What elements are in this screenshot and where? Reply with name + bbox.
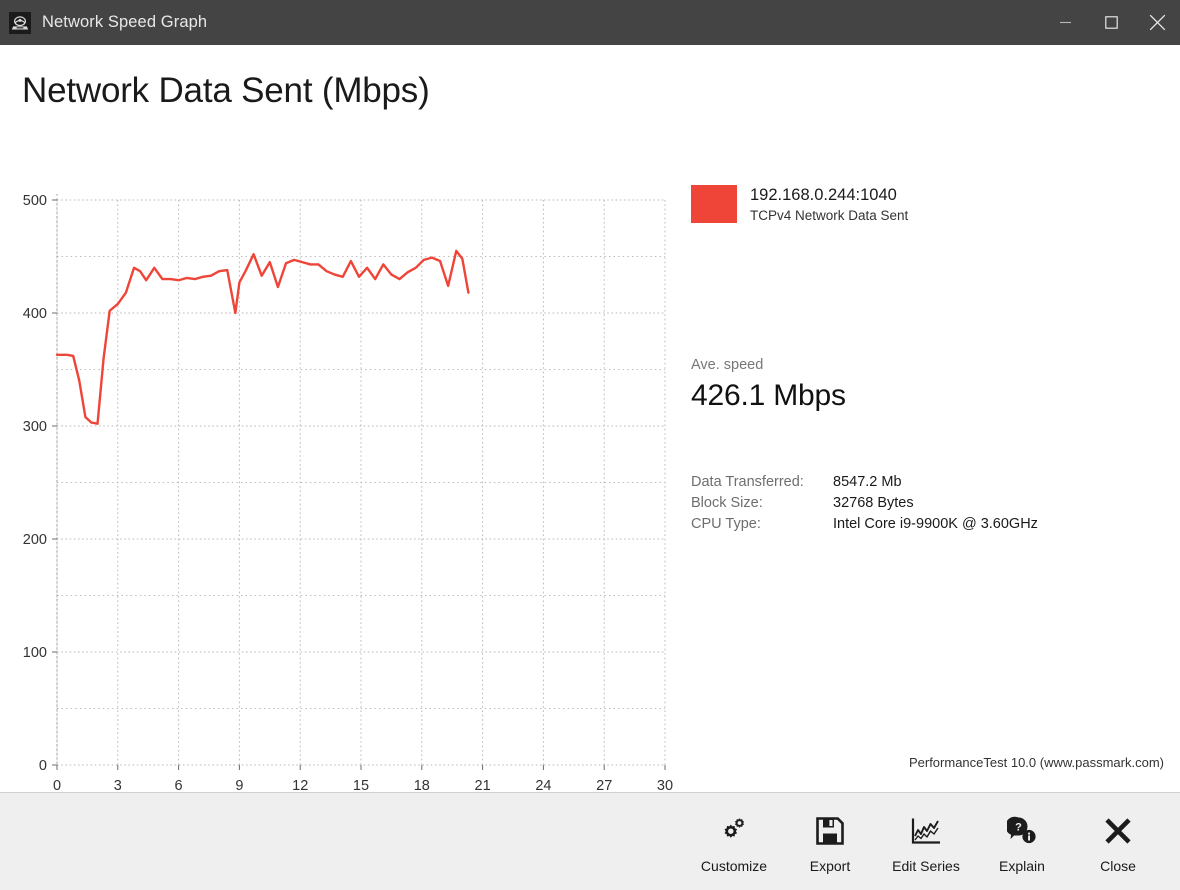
toolbar-button-edit-series[interactable]: Edit Series (878, 800, 974, 884)
x-axis-tick-label: 30 (657, 778, 673, 792)
stat-row: Block Size: 32768 Bytes (691, 493, 1161, 514)
statistics-list: Data Transferred: 8547.2 Mb Block Size: 327… (691, 472, 1161, 535)
stat-row: CPU Type: Intel Core i9-9900K @ 3.60GHz (691, 514, 1161, 535)
stat-key: Data Transferred: (691, 474, 804, 490)
y-axis-tick-label: 100 (23, 645, 47, 661)
x-axis-tick-label: 21 (475, 778, 491, 792)
product-watermark: PerformanceTest 10.0 (www.passmark.com) (908, 755, 1164, 770)
toolbar-button-label: Edit Series (892, 857, 960, 874)
question-info-icon: ? (1007, 810, 1037, 852)
toolbar-button-customize[interactable]: Customize (686, 800, 782, 884)
stat-value: 32768 Bytes (833, 495, 914, 511)
toolbar-button-export[interactable]: Export (782, 800, 878, 884)
close-icon (1149, 14, 1165, 31)
window-close-button[interactable] (1134, 0, 1180, 45)
legend-series-title: 192.168.0.244:1040 (750, 186, 897, 204)
maximize-icon (1104, 16, 1118, 29)
legend-entry: 192.168.0.244:1040 TCPv4 Network Data Se… (691, 185, 1161, 225)
y-axis-tick-label: 0 (39, 758, 47, 774)
page-title: Network Data Sent (Mbps) (22, 71, 430, 110)
minimize-button[interactable] (1042, 0, 1088, 45)
average-speed-value: 426.1 Mbps (691, 379, 846, 412)
app-network-icon (9, 11, 31, 34)
legend-text-group: 192.168.0.244:1040 TCPv4 Network Data Se… (750, 185, 908, 225)
stat-value: Intel Core i9-9900K @ 3.60GHz (833, 516, 1038, 532)
x-axis-tick-label: 24 (535, 778, 551, 792)
stat-key: Block Size: (691, 495, 763, 511)
stat-value: 8547.2 Mb (833, 474, 902, 490)
x-axis-tick-label: 6 (175, 778, 183, 792)
svg-text:?: ? (1015, 821, 1022, 833)
window-titlebar: Network Speed Graph (0, 0, 1180, 45)
toolbar-button-label: Customize (700, 857, 768, 874)
line-chart-icon (911, 810, 941, 852)
x-axis-tick-label: 0 (53, 778, 61, 792)
toolbar-button-label: Export (809, 857, 851, 874)
chart-info-panel: 192.168.0.244:1040 TCPv4 Network Data Se… (691, 185, 1161, 535)
toolbar-button-explain[interactable]: ? Explain (974, 800, 1070, 884)
y-axis-tick-label: 400 (23, 306, 47, 322)
minimize-icon (1059, 21, 1071, 24)
x-axis-tick-label: 18 (414, 778, 430, 792)
network-speed-line-chart: 0100200300400500036912151821242730Time (… (23, 193, 673, 792)
legend-series-subtitle: TCPv4 Network Data Sent (750, 208, 909, 223)
close-x-icon (1104, 810, 1132, 852)
x-axis-tick-label: 9 (235, 778, 243, 792)
y-axis-tick-label: 300 (23, 419, 47, 435)
toolbar-button-close[interactable]: Close (1070, 800, 1166, 884)
toolbar-button-label: Explain (999, 857, 1045, 874)
x-axis-tick-label: 27 (596, 778, 612, 792)
legend-color-swatch (691, 185, 737, 223)
x-axis-tick-label: 15 (353, 778, 369, 792)
average-speed-label: Ave. speed (691, 357, 764, 373)
floppy-disk-icon (816, 810, 844, 852)
x-axis-tick-label: 3 (114, 778, 122, 792)
y-axis-tick-label: 500 (23, 193, 47, 209)
toolbar-button-label: Close (1100, 857, 1136, 874)
gears-icon (719, 810, 749, 852)
y-axis-tick-label: 200 (23, 532, 47, 548)
stat-key: CPU Type: (691, 516, 761, 532)
x-axis-tick-label: 12 (292, 778, 308, 792)
maximize-button[interactable] (1088, 0, 1134, 45)
series-line-0 (55, 249, 470, 425)
window-title: Network Speed Graph (42, 13, 208, 31)
chart-plot-area: 0100200300400500036912151821242730Time (… (0, 145, 700, 792)
stat-row: Data Transferred: 8547.2 Mb (691, 472, 1161, 493)
network-speed-graph-window: Network Speed Graph Network Data Sent (M… (0, 0, 1180, 890)
average-speed-block: Ave. speed 426.1 Mbps (691, 355, 1161, 415)
main-content: Network Data Sent (Mbps) 0 100 200 300 400 50… (0, 45, 1180, 792)
bottom-toolbar: Customize Export Edit Series? Explain Close (0, 792, 1180, 890)
